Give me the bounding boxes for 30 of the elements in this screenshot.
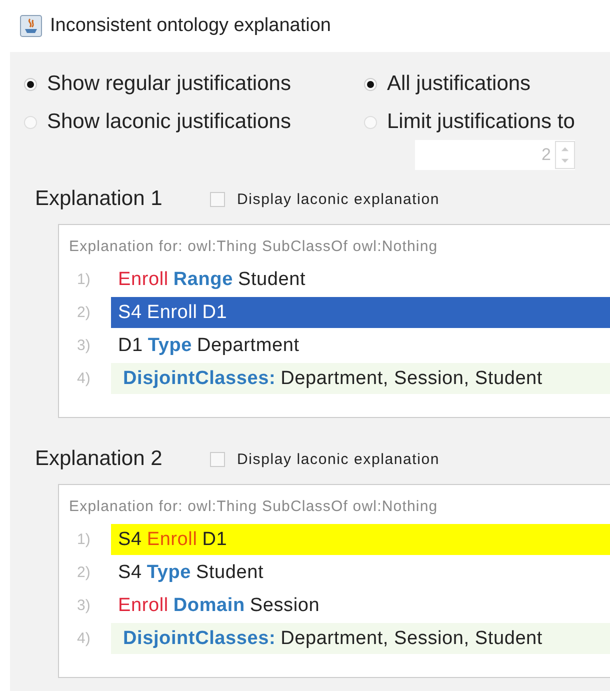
line-number: 1): [76, 531, 92, 548]
explanation-header: Explanation for: owl:Thing SubClassOf owl:Nothing: [69, 237, 439, 257]
radio-button[interactable]: Show laconic justifications: [24, 110, 364, 134]
explanation-header: Explanation for: owl:Thing SubClassOf owl:Nothing: [69, 497, 439, 517]
checkbox-label: Display laconic explanation: [237, 450, 440, 468]
radio-button[interactable]: Limit justifications to: [364, 110, 610, 134]
line-number: 1): [76, 271, 92, 288]
line-number: 2): [76, 564, 92, 581]
line-number: 4): [76, 370, 92, 387]
line-number: 2): [76, 304, 92, 321]
axiom-row[interactable]: D1 Type Department: [111, 330, 610, 361]
axiom-row[interactable]: Enroll Range Student: [111, 264, 610, 295]
checkbox[interactable]: [210, 452, 225, 466]
axiom-row[interactable]: Enroll Domain Session: [111, 590, 610, 621]
app-icon: [20, 15, 42, 37]
radio-button[interactable]: Show regular justifications: [24, 72, 364, 96]
checkbox-label: Display laconic explanation: [237, 190, 440, 208]
axiom-row[interactable]: DisjointClasses: Department, Session, Student: [111, 623, 610, 654]
line-number: 3): [76, 597, 92, 614]
axiom-row[interactable]: S4 Enroll D1: [111, 297, 610, 328]
axiom-row[interactable]: S4 Type Student: [111, 557, 610, 588]
explanation-title: Explanation 2: [35, 447, 164, 471]
radio-button[interactable]: All justifications: [364, 72, 610, 96]
line-number: 3): [76, 337, 92, 354]
axiom-row[interactable]: DisjointClasses: Department, Session, Student: [111, 363, 610, 394]
checkbox[interactable]: [210, 192, 225, 206]
line-number: 4): [76, 630, 92, 647]
axiom-row[interactable]: S4 Enroll D1: [111, 524, 610, 555]
explanation-title: Explanation 1: [35, 187, 164, 211]
window-title: Inconsistent ontology explanation: [50, 15, 331, 37]
